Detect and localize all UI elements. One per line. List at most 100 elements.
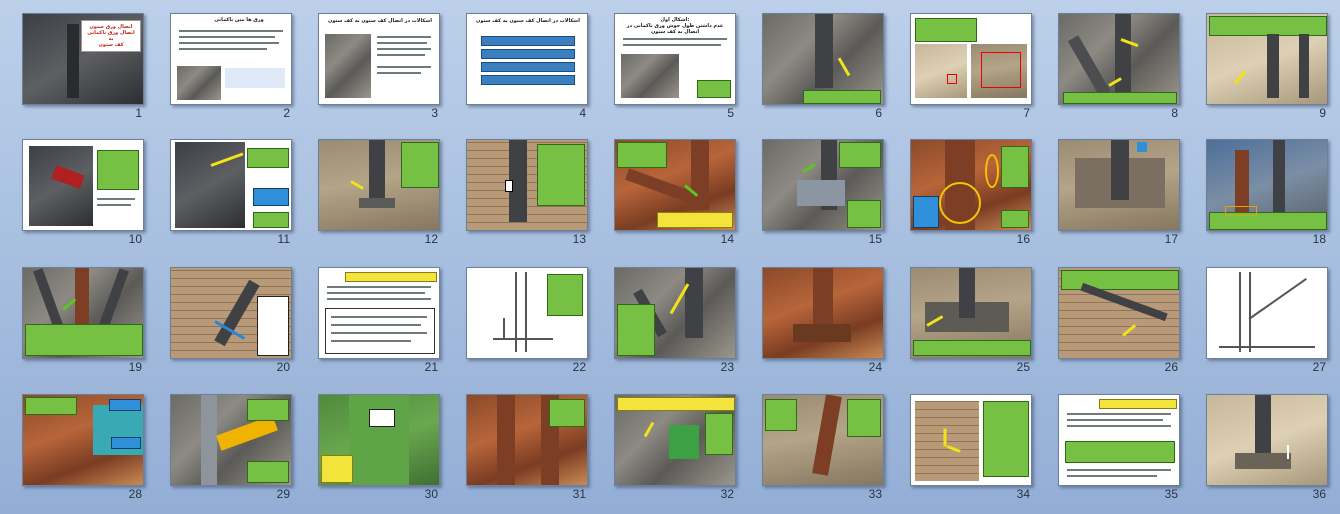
slide-number: 1 <box>135 106 142 120</box>
slide-preview[interactable] <box>466 267 588 359</box>
slide-preview[interactable] <box>1206 394 1328 486</box>
slide-thumbnail-2[interactable]: ورق ها متن باکمانی 2 <box>148 0 296 124</box>
slide-number: 7 <box>1023 106 1030 120</box>
slide-thumbnail-8[interactable]: 8 <box>1036 0 1184 124</box>
slide-number: 32 <box>720 487 734 501</box>
slide-preview[interactable] <box>466 394 588 486</box>
slide-number: 24 <box>868 360 882 374</box>
slide-number: 13 <box>572 232 586 246</box>
slide-thumbnail-27[interactable]: 27 <box>1184 254 1332 378</box>
slide-number: 11 <box>277 232 290 246</box>
slide-preview[interactable] <box>910 267 1032 359</box>
slide-preview[interactable] <box>318 139 440 231</box>
slide-thumbnail-14[interactable]: 14 <box>592 126 740 250</box>
slide-preview[interactable] <box>910 394 1032 486</box>
slide-thumbnail-4[interactable]: اشکالات در اتصال کف ستون به کف ستون 4 <box>444 0 592 124</box>
slide-thumbnail-35[interactable]: 35 <box>1036 381 1184 505</box>
slide-thumbnail-10[interactable]: 10 <box>0 126 148 250</box>
slide-number: 21 <box>424 360 438 374</box>
slide-number: 8 <box>1171 106 1178 120</box>
slide-preview[interactable] <box>170 267 292 359</box>
slide-preview[interactable] <box>1058 13 1180 105</box>
slide-preview[interactable] <box>466 139 588 231</box>
slide-thumbnail-32[interactable]: 32 <box>592 381 740 505</box>
slide-title: ورق ها متن باکمانی <box>214 17 264 23</box>
slide-preview[interactable] <box>910 13 1032 105</box>
slide-number: 36 <box>1312 487 1326 501</box>
slide-thumbnail-16[interactable]: 16 <box>888 126 1036 250</box>
slide-thumbnail-9[interactable]: 9 <box>1184 0 1332 124</box>
slide-preview[interactable] <box>614 267 736 359</box>
slide-thumbnail-31[interactable]: 31 <box>444 381 592 505</box>
slide-preview[interactable]: اشکالات در اتصال کف ستون به کف ستون <box>466 13 588 105</box>
slide-thumbnail-18[interactable]: 18 <box>1184 126 1332 250</box>
slide-thumbnail-25[interactable]: 25 <box>888 254 1036 378</box>
slide-preview[interactable] <box>170 139 292 231</box>
slide-thumbnail-22[interactable]: 22 <box>444 254 592 378</box>
slide-preview[interactable] <box>762 394 884 486</box>
slide-number: 34 <box>1016 487 1030 501</box>
slide-thumbnail-33[interactable]: 33 <box>740 381 888 505</box>
slide-preview[interactable] <box>1058 139 1180 231</box>
slide-thumbnail-20[interactable]: 20 <box>148 254 296 378</box>
slide-thumbnail-3[interactable]: اشکالات در اتصال کف ستون به کف ستون 3 <box>296 0 444 124</box>
slide-preview[interactable] <box>910 139 1032 231</box>
slide-preview[interactable] <box>170 394 292 486</box>
slide-number: 35 <box>1164 487 1178 501</box>
slide-preview[interactable] <box>762 267 884 359</box>
slide-thumbnail-7[interactable]: 7 <box>888 0 1036 124</box>
slide-preview[interactable] <box>614 139 736 231</box>
slide-preview[interactable] <box>614 394 736 486</box>
slide-preview[interactable] <box>762 139 884 231</box>
slide-title: اتصال ورق ستون اتصال ورق باکمانی به کف س… <box>87 24 135 48</box>
slide-number: 10 <box>128 232 142 246</box>
slide-thumbnail-30[interactable]: 30 <box>296 381 444 505</box>
slide-number: 30 <box>424 487 438 501</box>
slide-number: 12 <box>424 232 438 246</box>
slide-preview[interactable] <box>1206 267 1328 359</box>
slide-number: 27 <box>1312 360 1326 374</box>
slide-preview[interactable] <box>22 267 144 359</box>
slide-number: 28 <box>128 487 142 501</box>
slide-thumbnail-26[interactable]: 26 <box>1036 254 1184 378</box>
slide-number: 20 <box>276 360 290 374</box>
slide-preview[interactable] <box>1058 267 1180 359</box>
slide-thumbnail-28[interactable]: 28 <box>0 381 148 505</box>
slide-thumbnail-5[interactable]: اشکال اول: عدم داشتن طول جوش ورق باکمانی… <box>592 0 740 124</box>
slide-preview[interactable] <box>762 13 884 105</box>
slide-number: 33 <box>868 487 882 501</box>
slide-thumbnail-6[interactable]: 6 <box>740 0 888 124</box>
slide-preview[interactable]: اشکال اول: عدم داشتن طول جوش ورق باکمانی… <box>614 13 736 105</box>
slide-number: 2 <box>283 106 290 120</box>
slide-preview[interactable]: اتصال ورق ستون اتصال ورق باکمانی به کف س… <box>22 13 144 105</box>
slide-thumbnail-21[interactable]: 21 <box>296 254 444 378</box>
slide-thumbnail-19[interactable]: 19 <box>0 254 148 378</box>
slide-preview[interactable] <box>1058 394 1180 486</box>
slide-number: 25 <box>1016 360 1030 374</box>
slide-thumbnail-11[interactable]: 11 <box>148 126 296 250</box>
slide-preview[interactable] <box>318 267 440 359</box>
slide-preview[interactable] <box>22 139 144 231</box>
slide-thumbnail-12[interactable]: 12 <box>296 126 444 250</box>
slide-number: 17 <box>1164 232 1178 246</box>
slide-number: 23 <box>720 360 734 374</box>
slide-preview[interactable] <box>1206 13 1328 105</box>
slide-number: 19 <box>128 360 142 374</box>
slide-preview[interactable] <box>1206 139 1328 231</box>
slide-preview[interactable]: اشکالات در اتصال کف ستون به کف ستون <box>318 13 440 105</box>
title-box: اتصال ورق ستون اتصال ورق باکمانی به کف س… <box>81 20 141 52</box>
slide-thumbnail-17[interactable]: 17 <box>1036 126 1184 250</box>
slide-thumbnail-23[interactable]: 23 <box>592 254 740 378</box>
slide-thumbnail-13[interactable]: 13 <box>444 126 592 250</box>
slide-preview[interactable] <box>22 394 144 486</box>
slide-preview[interactable]: ورق ها متن باکمانی <box>170 13 292 105</box>
slide-thumbnail-24[interactable]: 24 <box>740 254 888 378</box>
slide-number: 5 <box>727 106 734 120</box>
slide-thumbnail-36[interactable]: 36 <box>1184 381 1332 505</box>
slide-thumbnail-34[interactable]: 34 <box>888 381 1036 505</box>
slide-preview[interactable] <box>318 394 440 486</box>
slide-thumbnail-1[interactable]: اتصال ورق ستون اتصال ورق باکمانی به کف س… <box>0 0 148 124</box>
slide-thumbnail-15[interactable]: 15 <box>740 126 888 250</box>
slide-number: 18 <box>1312 232 1326 246</box>
slide-thumbnail-29[interactable]: 29 <box>148 381 296 505</box>
